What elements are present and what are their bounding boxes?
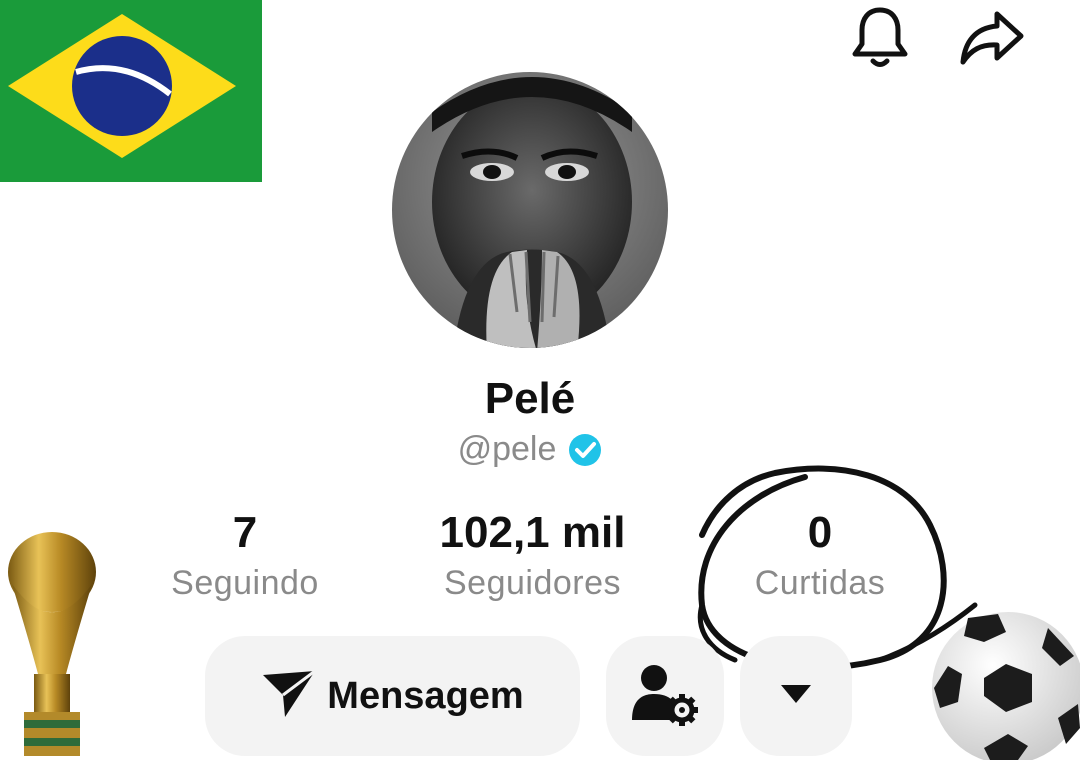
avatar[interactable] [392, 72, 668, 348]
stat-following[interactable]: 7 Seguindo [140, 505, 350, 605]
more-options-button[interactable] [740, 636, 852, 756]
message-button-label: Mensagem [327, 674, 524, 717]
stat-following-value: 7 [232, 508, 258, 557]
world-cup-trophy-image: FIFA WORLD CUP [0, 524, 104, 756]
stat-followers-value: 102,1 mil [439, 508, 626, 557]
stat-likes-label: Curtidas [754, 564, 886, 602]
message-button[interactable]: Mensagem [205, 636, 580, 756]
profile-handle-row: @pele [0, 430, 1060, 469]
soccer-ball-image [928, 608, 1080, 764]
user-settings-icon [632, 662, 698, 731]
share-arrow-icon[interactable] [957, 2, 1027, 72]
profile-handle: @pele [457, 430, 557, 468]
stat-likes-value: 0 [807, 508, 833, 557]
caret-down-icon [781, 684, 811, 708]
brazil-flag-image [0, 0, 262, 182]
verified-badge-icon [568, 433, 602, 467]
stat-following-label: Seguindo [171, 564, 319, 602]
stat-likes[interactable]: 0 Curtidas [720, 505, 920, 605]
send-icon [261, 669, 317, 724]
profile-name: Pelé [484, 374, 576, 423]
bell-icon[interactable] [845, 2, 915, 72]
user-settings-button[interactable] [606, 636, 724, 756]
stat-followers[interactable]: 102,1 mil Seguidores [410, 505, 655, 605]
stat-followers-label: Seguidores [443, 564, 621, 602]
